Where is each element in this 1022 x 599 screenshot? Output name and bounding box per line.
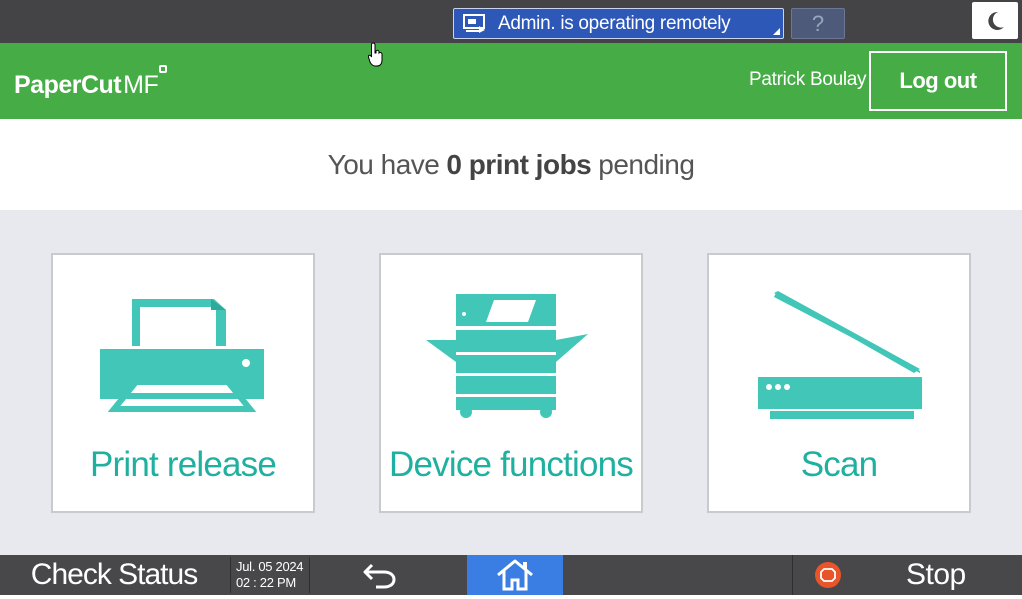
date-time-display: Jul. 05 2024 02 : 22 PM — [230, 557, 310, 593]
home-icon — [497, 559, 533, 591]
stop-button[interactable]: Stop — [792, 555, 1022, 595]
expand-corner-icon — [773, 28, 780, 35]
device-bottom-bar: Check Status Jul. 05 2024 02 : 22 PM Sto… — [0, 555, 1022, 599]
print-release-tile[interactable]: Print release — [51, 253, 315, 513]
pending-suffix: pending — [598, 148, 695, 180]
pointer-cursor-icon — [368, 42, 383, 67]
printer-icon — [100, 298, 264, 412]
remote-operation-text: Admin. is operating remotely — [498, 12, 731, 34]
stop-icon — [815, 562, 841, 588]
remote-operation-indicator[interactable]: Admin. is operating remotely — [453, 8, 784, 39]
brand-name: PaperCut — [14, 71, 122, 99]
stop-label: Stop — [906, 558, 966, 591]
date-text: Jul. 05 2024 — [236, 559, 304, 574]
tile-label-scan: Scan — [800, 445, 878, 484]
pending-jobs-message: You have 0 print jobs pending — [0, 119, 1022, 210]
brand-suffix: MF — [123, 71, 159, 99]
home-button[interactable] — [467, 555, 563, 595]
energy-saver-button[interactable] — [972, 2, 1018, 39]
moon-icon — [988, 11, 1004, 30]
bottom-edge — [0, 595, 1022, 599]
scanner-icon — [758, 291, 922, 419]
remote-operation-icon — [454, 9, 498, 38]
pending-prefix: You have — [327, 148, 440, 180]
check-status-button[interactable]: Check Status — [0, 555, 228, 595]
scan-tile[interactable]: Scan — [707, 253, 971, 513]
help-button[interactable]: ? — [791, 8, 845, 39]
function-tiles: Print release Device functions Scan — [0, 210, 1022, 555]
copier-icon — [426, 294, 588, 418]
system-status-bar: Admin. is operating remotely ? — [0, 0, 1022, 43]
logout-button[interactable]: Log out — [869, 51, 1007, 111]
user-name: Patrick Boulay — [749, 69, 867, 90]
time-text: 02 : 22 PM — [236, 575, 296, 590]
app-header: PaperCut MF Patrick Boulay Log out — [0, 43, 1022, 119]
device-functions-tile[interactable]: Device functions — [379, 253, 643, 513]
tile-label-print-release: Print release — [89, 445, 277, 484]
back-arrow-icon — [363, 563, 396, 589]
papercut-logo: PaperCut MF — [14, 65, 168, 100]
brand-mark-icon — [159, 65, 168, 73]
pending-count: 0 print jobs — [446, 148, 592, 180]
back-button[interactable] — [345, 555, 415, 595]
tile-label-device-functions: Device functions — [389, 445, 634, 484]
